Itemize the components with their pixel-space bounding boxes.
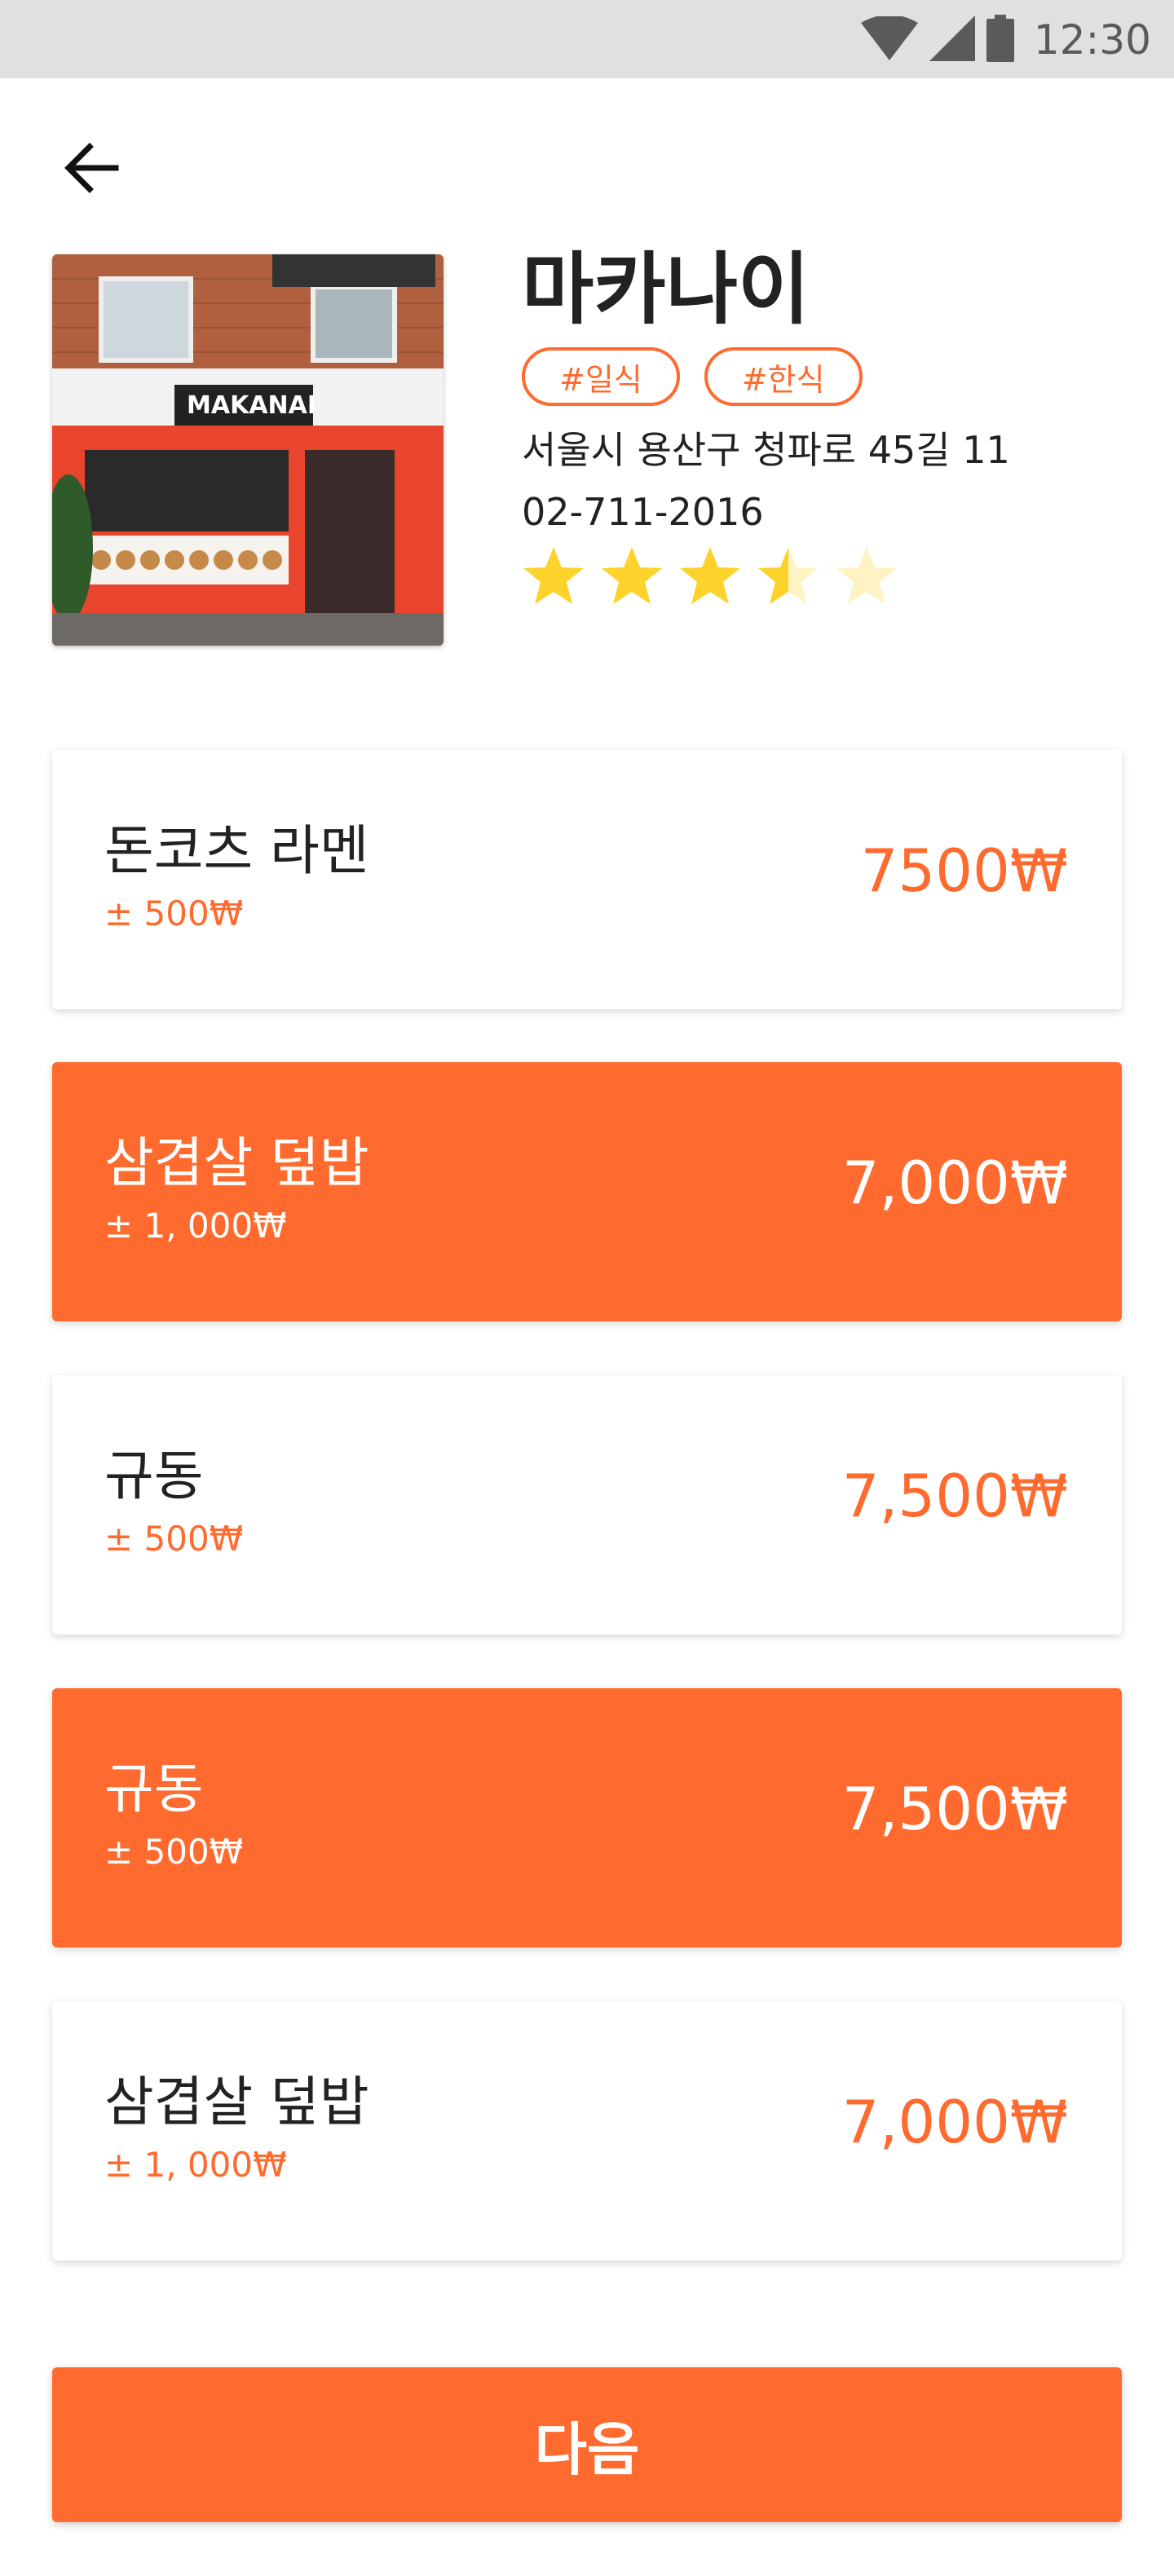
menu-item-range: ± 1, 000₩ (104, 2145, 287, 2185)
menu-item[interactable]: 삼겹살 덮밥 ± 1, 000₩ 7,000₩ (52, 2001, 1122, 2261)
restaurant-name: 마카나이 (522, 244, 810, 335)
star-empty-icon (835, 545, 898, 611)
star-rating (522, 545, 1141, 611)
menu-item-price: 7,000₩ (841, 1149, 1068, 1217)
menu-item-name: 규동 (104, 1758, 204, 1820)
restaurant-photo: MAKANAI (52, 254, 444, 646)
status-icons: 12:30 (860, 11, 1151, 68)
menu-item-price: 7500₩ (860, 836, 1068, 905)
menu-item-price: 7,500₩ (841, 1775, 1068, 1843)
status-bar: 12:30 (0, 0, 1174, 78)
menu-item-price: 7,000₩ (841, 2088, 1068, 2156)
next-button[interactable]: 다음 (52, 2367, 1122, 2522)
menu-item[interactable]: 규동 ± 500₩ 7,500₩ (52, 1375, 1122, 1634)
menu-item-name: 삼겹살 덮밥 (104, 1131, 369, 1194)
back-button[interactable] (52, 130, 130, 209)
restaurant-info: 마카나이 #일식 #한식 서울시 용산구 청파로 45길 11 02-711-2… (522, 236, 1141, 611)
menu-item-name: 규동 (104, 1445, 204, 1507)
menu-item-range: ± 500₩ (104, 1832, 244, 1872)
menu-item-range: ± 1, 000₩ (104, 1206, 287, 1246)
tag-chip[interactable]: #일식 (522, 347, 680, 406)
tag-chip[interactable]: #한식 (704, 347, 863, 406)
menu-item-name: 돈코츠 라멘 (104, 819, 369, 882)
menu-item-range: ± 500₩ (104, 893, 244, 933)
restaurant-phone[interactable]: 02-711-2016 (522, 481, 1141, 543)
menu-item[interactable]: 삼겹살 덮밥 ± 1, 000₩ 7,000₩ (52, 1062, 1122, 1321)
menu-item-price: 7,500₩ (841, 1462, 1068, 1530)
menu-item[interactable]: 규동 ± 500₩ 7,500₩ (52, 1688, 1122, 1947)
menu-item-name: 삼겹살 덮밥 (104, 2071, 369, 2133)
wifi-icon (860, 15, 918, 64)
star-full-icon (600, 545, 664, 611)
menu-item[interactable]: 돈코츠 라멘 ± 500₩ 7500₩ (52, 750, 1122, 1009)
signal-icon (929, 15, 975, 64)
star-half-icon (757, 545, 820, 611)
status-time: 12:30 (1033, 16, 1151, 64)
star-full-icon (678, 545, 742, 611)
arrow-left-icon (62, 139, 121, 201)
tag-list: #일식 #한식 (522, 347, 1141, 406)
battery-icon (986, 15, 1014, 65)
restaurant-address: 서울시 용산구 청파로 45길 11 (522, 428, 1010, 472)
photo-sign-text: MAKANAI (187, 391, 316, 420)
menu-item-range: ± 500₩ (104, 1519, 244, 1559)
star-full-icon (522, 545, 585, 611)
